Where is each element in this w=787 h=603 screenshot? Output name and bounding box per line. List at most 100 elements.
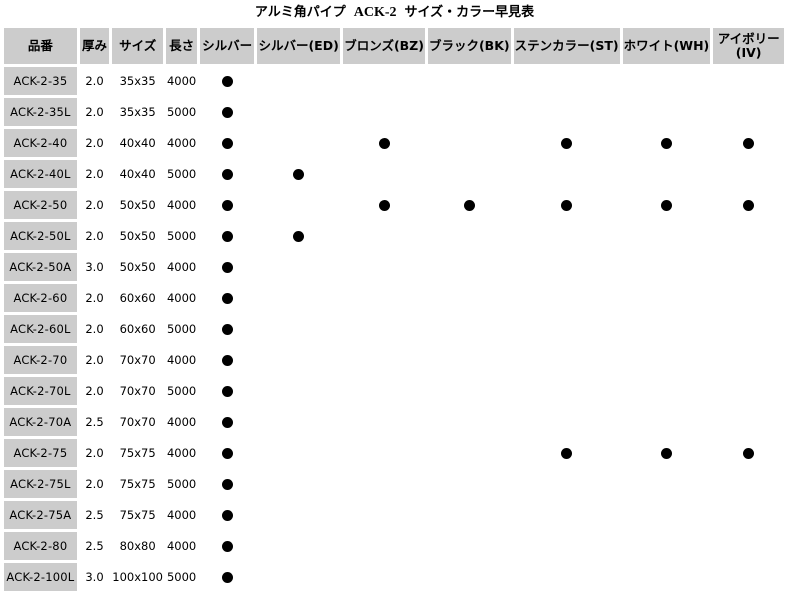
color-cell-silver bbox=[200, 284, 254, 312]
table-row: ACK-2-75A 2.5 75x75 4000 bbox=[4, 501, 784, 529]
color-cell-ivory bbox=[713, 532, 784, 560]
availability-dot-icon bbox=[221, 572, 233, 583]
color-cell-silver-ed bbox=[257, 346, 340, 374]
color-cell-white bbox=[623, 377, 711, 405]
size-cell: 75x75 bbox=[119, 508, 156, 522]
length-cell: 5000 bbox=[166, 384, 197, 398]
thickness-cell: 2.0 bbox=[85, 105, 104, 119]
color-cell-ivory bbox=[713, 315, 784, 343]
color-cell-silver-ed bbox=[257, 315, 340, 343]
color-cell-silver-ed bbox=[257, 532, 340, 560]
availability-dot-icon bbox=[293, 231, 305, 242]
product-code-cell: ACK-2-50A bbox=[4, 253, 77, 281]
color-cell-silver-ed bbox=[257, 284, 340, 312]
header-length: 長さ bbox=[166, 28, 198, 64]
color-cell-white bbox=[623, 284, 711, 312]
color-cell-white bbox=[623, 191, 711, 219]
thickness-cell: 3.0 bbox=[85, 570, 104, 584]
product-code-cell: ACK-2-75L bbox=[4, 470, 77, 498]
color-cell-silver-ed bbox=[257, 160, 340, 188]
availability-dot-icon bbox=[221, 510, 233, 521]
availability-dot-icon bbox=[221, 386, 233, 397]
color-cell-bronze bbox=[343, 129, 425, 157]
color-cell-black bbox=[428, 191, 511, 219]
header-white: ホワイト(WH) bbox=[622, 28, 711, 64]
color-cell-silver bbox=[200, 470, 254, 498]
color-cell-bronze bbox=[343, 532, 425, 560]
thickness-cell: 2.0 bbox=[85, 353, 104, 367]
color-cell-black bbox=[428, 284, 511, 312]
table-row: ACK-2-100L 3.0 100x100 5000 bbox=[4, 563, 784, 591]
product-code-cell: ACK-2-40L bbox=[4, 160, 77, 188]
color-cell-silver bbox=[200, 377, 254, 405]
color-cell-white bbox=[623, 253, 711, 281]
color-cell-black bbox=[428, 377, 511, 405]
size-cell: 40x40 bbox=[119, 136, 156, 150]
availability-dot-icon bbox=[561, 200, 573, 211]
table-row: ACK-2-75 2.0 75x75 4000 bbox=[4, 439, 784, 467]
size-cell: 75x75 bbox=[119, 446, 156, 460]
color-cell-black bbox=[428, 501, 511, 529]
availability-dot-icon bbox=[378, 138, 390, 149]
color-cell-silver bbox=[200, 315, 254, 343]
color-cell-silver bbox=[200, 253, 254, 281]
product-code-cell: ACK-2-50 bbox=[4, 191, 77, 219]
color-cell-ivory bbox=[713, 284, 784, 312]
color-cell-ivory bbox=[713, 191, 784, 219]
availability-dot-icon bbox=[561, 138, 573, 149]
availability-dot-icon bbox=[221, 138, 233, 149]
color-cell-silver bbox=[200, 98, 254, 126]
table-row: ACK-2-50L 2.0 50x50 5000 bbox=[4, 222, 784, 250]
table-row: ACK-2-50 2.0 50x50 4000 bbox=[4, 191, 784, 219]
thickness-cell: 2.0 bbox=[85, 322, 104, 336]
color-cell-ivory bbox=[713, 439, 784, 467]
color-cell-ivory bbox=[713, 346, 784, 374]
header-bronze: ブロンズ(BZ) bbox=[343, 28, 425, 64]
product-code-cell: ACK-2-35L bbox=[4, 98, 77, 126]
header-black: ブラック(BK) bbox=[427, 28, 511, 64]
table-row: ACK-2-80 2.5 80x80 4000 bbox=[4, 532, 784, 560]
thickness-cell: 2.0 bbox=[85, 136, 104, 150]
color-cell-white bbox=[623, 129, 711, 157]
length-cell: 4000 bbox=[166, 446, 197, 460]
product-code-cell: ACK-2-70A bbox=[4, 408, 77, 436]
color-cell-stainless-color bbox=[514, 284, 620, 312]
table-row: ACK-2-70 2.0 70x70 4000 bbox=[4, 346, 784, 374]
color-cell-white bbox=[623, 315, 711, 343]
product-code-cell: ACK-2-70L bbox=[4, 377, 77, 405]
color-cell-white bbox=[623, 470, 711, 498]
thickness-cell: 2.5 bbox=[85, 415, 104, 429]
availability-dot-icon bbox=[293, 169, 305, 180]
size-color-table: 品番 厚み サイズ 長さ シルバー シルバー(ED) ブロンズ(BZ) ブラック… bbox=[1, 25, 787, 594]
header-size: サイズ bbox=[112, 28, 164, 64]
color-cell-black bbox=[428, 160, 511, 188]
color-cell-silver-ed bbox=[257, 129, 340, 157]
length-cell: 5000 bbox=[166, 167, 197, 181]
availability-dot-icon bbox=[660, 200, 672, 211]
color-cell-white bbox=[623, 532, 711, 560]
color-cell-black bbox=[428, 470, 511, 498]
table-row: ACK-2-50A 3.0 50x50 4000 bbox=[4, 253, 784, 281]
table-row: ACK-2-40L 2.0 40x40 5000 bbox=[4, 160, 784, 188]
color-cell-stainless-color bbox=[514, 191, 620, 219]
color-cell-bronze bbox=[343, 98, 425, 126]
thickness-cell: 2.0 bbox=[85, 291, 104, 305]
thickness-cell: 2.0 bbox=[85, 198, 104, 212]
color-cell-silver-ed bbox=[257, 98, 340, 126]
table-row: ACK-2-35L 2.0 35x35 5000 bbox=[4, 98, 784, 126]
length-cell: 4000 bbox=[166, 508, 197, 522]
color-cell-white bbox=[623, 501, 711, 529]
color-cell-bronze bbox=[343, 284, 425, 312]
table-row: ACK-2-75L 2.0 75x75 5000 bbox=[4, 470, 784, 498]
availability-dot-icon bbox=[660, 138, 672, 149]
color-cell-ivory bbox=[713, 563, 784, 591]
size-cell: 50x50 bbox=[119, 260, 156, 274]
color-cell-bronze bbox=[343, 501, 425, 529]
length-cell: 4000 bbox=[166, 415, 197, 429]
color-cell-silver bbox=[200, 129, 254, 157]
color-cell-silver-ed bbox=[257, 67, 340, 95]
size-cell: 50x50 bbox=[119, 229, 156, 243]
table-row: ACK-2-60L 2.0 60x60 5000 bbox=[4, 315, 784, 343]
table-row: ACK-2-35 2.0 35x35 4000 bbox=[4, 67, 784, 95]
length-cell: 4000 bbox=[166, 353, 197, 367]
